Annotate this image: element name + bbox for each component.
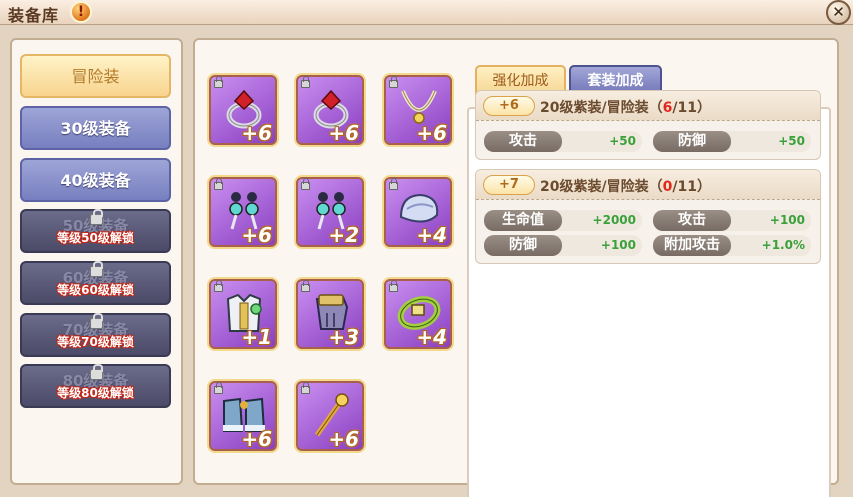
stat-row: 生命值 +2000	[484, 210, 642, 231]
unlock-requirement: 等级70级解锁	[57, 335, 134, 349]
category-label: 30级装备	[60, 119, 131, 138]
category-lv60-button[interactable]: 60级装备 等级60级解锁	[20, 261, 171, 305]
stat-row: 攻击 +50	[484, 131, 642, 152]
equipment-slot[interactable]: +6	[296, 381, 364, 451]
enhance-level: +6	[328, 121, 359, 145]
stat-value: +1.0%	[761, 238, 805, 252]
bonus-progress-total: /11）	[672, 179, 711, 195]
enhance-level: +2	[328, 223, 359, 247]
stat-row: 攻击 +100	[653, 210, 811, 231]
equipment-slot[interactable]: +2	[296, 177, 364, 247]
category-lv40-button[interactable]: 40级装备	[20, 158, 171, 202]
bonus-title: 20级紫装/冒险装（0/11）	[540, 179, 711, 195]
category-lv50-button[interactable]: 50级装备 等级50级解锁	[20, 209, 171, 253]
unlock-requirement: 等级60级解锁	[57, 283, 134, 297]
category-lv80-button[interactable]: 80级装备 等级80级解锁	[20, 364, 171, 408]
category-label: 40级装备	[60, 171, 131, 190]
bonus-header: +7 20级紫装/冒险装（0/11）	[476, 170, 820, 200]
category-adventure-button[interactable]: 冒险装	[20, 54, 171, 98]
bonus-progress-current: 0	[662, 179, 673, 195]
category-label: 冒险装	[71, 67, 120, 86]
bonus-header: +6 20级紫装/冒险装（6/11）	[476, 91, 820, 121]
stat-row: 附加攻击 +1.0%	[653, 235, 811, 256]
stat-name: 附加攻击	[653, 235, 731, 256]
stat-name: 攻击	[653, 210, 731, 231]
main-frame: 冒险装 30级装备 40级装备 50级装备 等级50级解锁 60级装备 等级60…	[0, 25, 853, 497]
bonus-card: +7 20级紫装/冒险装（0/11） 生命值 +2000 攻击 +100 防御 …	[475, 169, 821, 264]
stat-row: 防御 +50	[653, 131, 811, 152]
stat-value: +50	[609, 134, 636, 148]
title-bar: 装备库 ! ✕	[0, 0, 853, 25]
bonus-level-badge: +6	[483, 96, 535, 116]
equipment-slot[interactable]: +3	[296, 279, 364, 349]
unlock-requirement: 等级80级解锁	[57, 386, 134, 400]
enhance-level: +4	[416, 223, 447, 247]
info-icon[interactable]: !	[70, 1, 92, 23]
category-lv30-button[interactable]: 30级装备	[20, 106, 171, 150]
equipment-slot[interactable]: +6	[209, 177, 277, 247]
stat-value: +50	[778, 134, 805, 148]
equipment-slot[interactable]: +6	[296, 75, 364, 145]
category-lv70-button[interactable]: 70级装备 等级70级解锁	[20, 313, 171, 357]
equipment-slot[interactable]: +6	[209, 381, 277, 451]
stat-value: +100	[600, 238, 636, 252]
enhance-level: +1	[241, 325, 272, 349]
bonus-card: +6 20级紫装/冒险装（6/11） 攻击 +50 防御 +50	[475, 90, 821, 160]
unlock-requirement: 等级50级解锁	[57, 231, 134, 245]
equipment-slot[interactable]: +4	[384, 177, 452, 247]
category-panel: 冒险装 30级装备 40级装备 50级装备 等级50级解锁 60级装备 等级60…	[10, 38, 183, 485]
window-title: 装备库	[8, 6, 60, 25]
enhance-level: +6	[241, 121, 272, 145]
bonus-level-badge: +7	[483, 175, 535, 195]
bonus-panel	[467, 107, 831, 497]
enhance-level: +4	[416, 325, 447, 349]
equipment-slot[interactable]: +6	[209, 75, 277, 145]
stat-row: 防御 +100	[484, 235, 642, 256]
stat-value: +2000	[592, 213, 636, 227]
enhance-level: +6	[416, 121, 447, 145]
stat-name: 攻击	[484, 131, 562, 152]
equipment-slot[interactable]: +6	[384, 75, 452, 145]
stat-value: +100	[769, 213, 805, 227]
bonus-progress-current: 6	[662, 100, 673, 116]
enhance-level: +6	[328, 427, 359, 451]
equipment-slot[interactable]: +4	[384, 279, 452, 349]
bonus-title: 20级紫装/冒险装（6/11）	[540, 100, 711, 116]
stat-name: 防御	[484, 235, 562, 256]
bonus-progress-total: /11）	[672, 100, 711, 116]
enhance-level: +6	[241, 427, 272, 451]
enhance-level: +3	[328, 325, 359, 349]
stat-name: 生命值	[484, 210, 562, 231]
close-button[interactable]: ✕	[826, 0, 851, 25]
equipment-slot[interactable]: +1	[209, 279, 277, 349]
enhance-level: +6	[241, 223, 272, 247]
stat-name: 防御	[653, 131, 731, 152]
